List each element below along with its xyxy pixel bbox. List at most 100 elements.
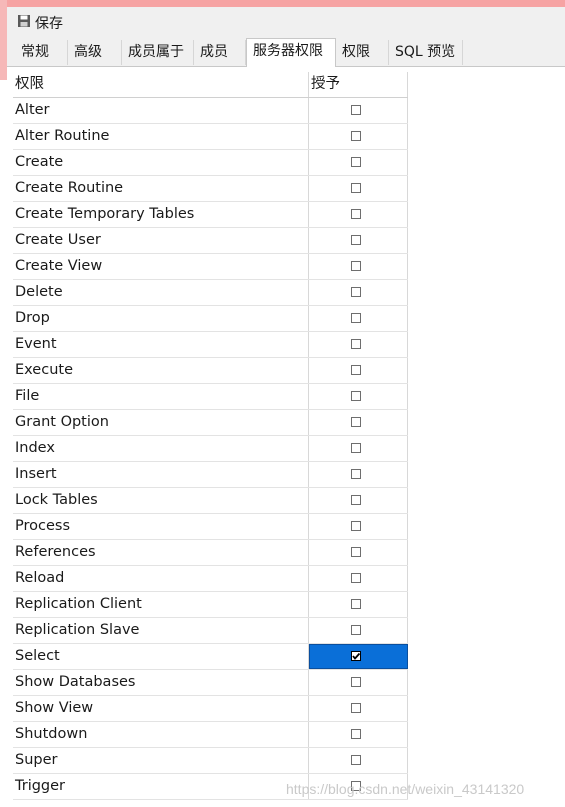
grant-checkbox[interactable] [351, 391, 361, 401]
grant-cell [309, 670, 408, 695]
grant-checkbox[interactable] [351, 625, 361, 635]
grant-cell [309, 410, 408, 435]
grant-checkbox[interactable] [351, 131, 361, 141]
table-row[interactable]: Replication Slave [13, 618, 408, 644]
grant-cell [309, 228, 408, 253]
column-header-privilege[interactable]: 权限 [13, 72, 309, 97]
privilege-name: Event [13, 332, 309, 357]
privilege-name: Super [13, 748, 309, 773]
privilege-name: Alter [13, 98, 309, 123]
grant-checkbox[interactable] [351, 521, 361, 531]
table-row[interactable]: Show View [13, 696, 408, 722]
grant-checkbox[interactable] [351, 417, 361, 427]
privilege-name: Create User [13, 228, 309, 253]
grant-checkbox[interactable] [351, 313, 361, 323]
grant-checkbox[interactable] [351, 495, 361, 505]
grant-checkbox[interactable] [351, 365, 361, 375]
table-row[interactable]: Delete [13, 280, 408, 306]
privilege-name: Process [13, 514, 309, 539]
grant-checkbox[interactable] [351, 339, 361, 349]
tab-server-privileges[interactable]: 服务器权限 [246, 38, 336, 67]
grant-checkbox[interactable] [351, 157, 361, 167]
grant-checkbox[interactable] [351, 599, 361, 609]
grant-checkbox[interactable] [351, 755, 361, 765]
table-row[interactable]: File [13, 384, 408, 410]
privilege-name: Reload [13, 566, 309, 591]
privilege-name: Shutdown [13, 722, 309, 747]
watermark: https://blog.csdn.net/weixin_43141320 [286, 781, 525, 797]
grant-checkbox[interactable] [351, 547, 361, 557]
privilege-name: Show View [13, 696, 309, 721]
save-icon [17, 14, 31, 32]
table-row[interactable]: Create User [13, 228, 408, 254]
grant-checkbox[interactable] [351, 443, 361, 453]
grant-cell [309, 488, 408, 513]
table-row[interactable]: Create View [13, 254, 408, 280]
tab-sql-preview[interactable]: SQL 预览 [389, 40, 463, 65]
grant-cell [309, 280, 408, 305]
tab-member-of[interactable]: 成员属于 [122, 40, 194, 65]
privilege-name: Trigger [13, 774, 309, 799]
grant-cell [309, 748, 408, 773]
grant-cell [309, 436, 408, 461]
tab-members[interactable]: 成员 [194, 40, 246, 65]
table-row[interactable]: Create [13, 150, 408, 176]
grant-cell [309, 202, 408, 227]
grant-cell [309, 540, 408, 565]
table-row[interactable]: Drop [13, 306, 408, 332]
privilege-name: Lock Tables [13, 488, 309, 513]
table-row[interactable]: Shutdown [13, 722, 408, 748]
grant-cell [309, 566, 408, 591]
toolbar: 保存 [7, 7, 565, 38]
table-row[interactable]: Execute [13, 358, 408, 384]
grant-checkbox[interactable] [351, 235, 361, 245]
grant-cell [309, 254, 408, 279]
table-row[interactable]: Grant Option [13, 410, 408, 436]
grant-checkbox[interactable] [351, 703, 361, 713]
grant-checkbox[interactable] [351, 209, 361, 219]
grant-cell [309, 462, 408, 487]
table-row[interactable]: Replication Client [13, 592, 408, 618]
table-row[interactable]: Select [13, 644, 408, 670]
table-row[interactable]: Alter Routine [13, 124, 408, 150]
table-row[interactable]: Create Routine [13, 176, 408, 202]
table-row[interactable]: Lock Tables [13, 488, 408, 514]
grant-cell [309, 176, 408, 201]
grant-cell [309, 384, 408, 409]
table-row[interactable]: Create Temporary Tables [13, 202, 408, 228]
grant-checkbox[interactable] [351, 469, 361, 479]
grant-checkbox[interactable] [351, 729, 361, 739]
privilege-name: Drop [13, 306, 309, 331]
table-row[interactable]: Reload [13, 566, 408, 592]
table-row[interactable]: Show Databases [13, 670, 408, 696]
grant-cell [309, 514, 408, 539]
table-row[interactable]: Super [13, 748, 408, 774]
tab-bar: 常规 高级 成员属于 成员 服务器权限 权限 SQL 预览 [7, 38, 565, 67]
save-button[interactable]: 保存 [17, 13, 63, 33]
table-row[interactable]: Insert [13, 462, 408, 488]
tab-privileges[interactable]: 权限 [336, 40, 389, 65]
grant-cell [309, 124, 408, 149]
table-row[interactable]: References [13, 540, 408, 566]
grant-cell [309, 358, 408, 383]
privilege-name: Replication Slave [13, 618, 309, 643]
grant-checkbox[interactable] [351, 651, 361, 661]
tab-advanced[interactable]: 高级 [68, 40, 122, 65]
privilege-name: Select [13, 644, 309, 669]
table-row[interactable]: Process [13, 514, 408, 540]
privilege-name: Insert [13, 462, 309, 487]
tab-general[interactable]: 常规 [15, 40, 68, 65]
grant-checkbox[interactable] [351, 573, 361, 583]
grant-checkbox[interactable] [351, 677, 361, 687]
grant-cell [309, 618, 408, 643]
grid-header: 权限 授予 [13, 72, 408, 98]
grant-checkbox[interactable] [351, 183, 361, 193]
table-row[interactable]: Alter [13, 98, 408, 124]
grant-checkbox[interactable] [351, 287, 361, 297]
table-row[interactable]: Index [13, 436, 408, 462]
table-row[interactable]: Event [13, 332, 408, 358]
column-header-grant[interactable]: 授予 [309, 72, 408, 97]
window-top-accent [0, 0, 565, 7]
grant-checkbox[interactable] [351, 105, 361, 115]
grant-checkbox[interactable] [351, 261, 361, 271]
